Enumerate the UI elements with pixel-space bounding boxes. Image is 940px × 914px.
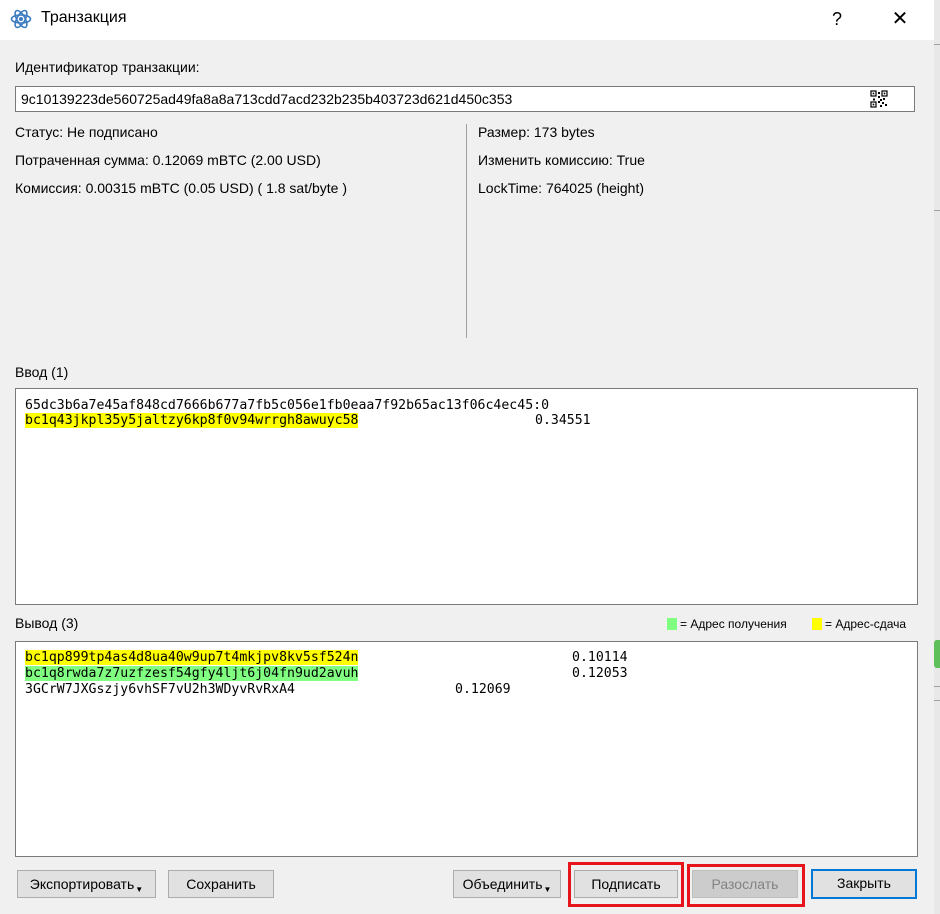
background-edge-line	[934, 686, 940, 687]
fee-text: Комиссия: 0.00315 mBTC (0.05 USD) ( 1.8 …	[15, 180, 348, 196]
amount-text: Потраченная сумма: 0.12069 mBTC (2.00 US…	[15, 152, 321, 168]
inputs-label: Ввод (1)	[15, 364, 69, 380]
receive-legend-text: = Адрес получения	[680, 617, 787, 631]
background-edge-line	[934, 700, 940, 701]
broadcast-highlight-frame	[687, 864, 805, 907]
background-edge-line	[934, 210, 940, 211]
output-address[interactable]: bc1qp899tp4as4d8ua40w9up7t4mkjpv8kv5sf52…	[25, 650, 359, 665]
receive-legend-swatch	[667, 618, 677, 630]
change-legend-swatch	[812, 618, 822, 630]
export-button[interactable]: Экспортировать▼	[17, 870, 156, 898]
output-address[interactable]: bc1q8rwda7z7uzfzesf54gfy4ljt6j04fn9ud2av…	[25, 666, 359, 681]
output-amount: 0.10114	[572, 650, 628, 665]
electrum-logo-icon	[10, 9, 32, 29]
locktime-text: LockTime: 764025 (height)	[478, 180, 645, 196]
txid-label: Идентификатор транзакции:	[15, 59, 200, 75]
input-address[interactable]: bc1q43jkpl35y5jaltzy6kp8f0v94wrrgh8awuyc…	[25, 413, 359, 428]
qr-code-icon[interactable]	[870, 90, 888, 108]
output-address[interactable]: 3GCrW7JXGszjy6vhSF7vU2h3WDyvRvRxA4	[25, 682, 295, 697]
export-button-label: Экспортировать	[29, 876, 135, 892]
rbf-text: Изменить комиссию: True	[478, 152, 645, 168]
close-button[interactable]: Закрыть	[811, 869, 917, 899]
output-amount: 0.12069	[455, 682, 511, 697]
close-window-button[interactable]: ✕	[880, 4, 920, 34]
window-title: Транзакция	[41, 9, 127, 26]
input-prevout: 65dc3b6a7e45af848cd7666b677a7fb5c056e1fb…	[25, 398, 550, 413]
status-text: Статус: Не подписано	[15, 124, 158, 140]
save-button[interactable]: Сохранить	[168, 870, 274, 898]
combine-button[interactable]: Объединить▼	[453, 870, 561, 898]
output-amount: 0.12053	[572, 666, 628, 681]
combine-button-label: Объединить	[462, 876, 543, 892]
dropdown-arrow-icon: ▼	[135, 885, 144, 894]
title-bar[interactable]: Транзакция ? ✕	[0, 0, 934, 40]
sign-highlight-frame	[568, 862, 684, 907]
size-text: Размер: 173 bytes	[478, 124, 595, 140]
change-legend-text: = Адрес-сдача	[825, 617, 907, 631]
outputs-label: Вывод (3)	[15, 615, 79, 631]
help-button[interactable]: ?	[822, 4, 852, 34]
inputs-textbox[interactable]: 65dc3b6a7e45af848cd7666b677a7fb5c056e1fb…	[15, 388, 918, 605]
background-status-indicator	[934, 640, 940, 668]
background-edge-line	[934, 44, 940, 45]
txid-field[interactable]: 9c10139223de560725ad49fa8a8a713cdd7acd23…	[15, 86, 915, 112]
input-amount: 0.34551	[535, 413, 591, 428]
outputs-textbox[interactable]: bc1qp899tp4as4d8ua40w9up7t4mkjpv8kv5sf52…	[15, 641, 918, 857]
dropdown-arrow-icon: ▼	[543, 885, 552, 894]
details-separator	[466, 124, 467, 338]
txid-value: 9c10139223de560725ad49fa8a8a713cdd7acd23…	[21, 91, 513, 107]
transaction-dialog: Транзакция ? ✕ Идентификатор транзакции:…	[0, 0, 934, 914]
background-window-edge	[934, 0, 940, 914]
